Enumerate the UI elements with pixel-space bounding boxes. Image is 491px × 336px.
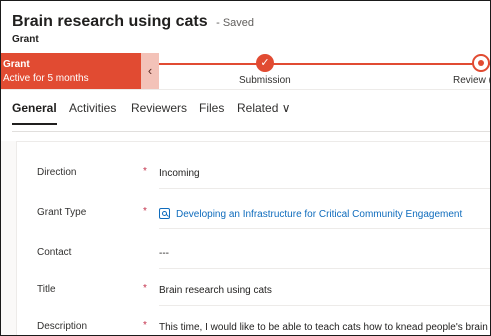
title-row: Brain research using cats - Saved [12, 13, 254, 31]
active-tab-indicator [12, 123, 57, 125]
app-window: Brain research using cats - Saved Grant … [0, 0, 491, 336]
field-divider [159, 268, 490, 269]
field-divider [159, 228, 490, 229]
description-label: Description [37, 321, 88, 332]
general-section-card: Direction * Incoming Grant Type * Develo… [16, 141, 490, 335]
tabs-divider [12, 131, 490, 132]
required-marker: * [143, 206, 147, 217]
active-stage-name: Grant [3, 59, 30, 70]
field-divider [159, 305, 490, 306]
required-marker: * [143, 283, 147, 294]
active-stage-duration: Active for 5 months [3, 73, 89, 84]
grant-type-label: Grant Type [37, 207, 87, 218]
chevron-left-icon[interactable]: ‹ [141, 53, 159, 89]
contact-field[interactable]: --- [159, 248, 169, 259]
process-line [159, 63, 490, 65]
title-label: Title [37, 284, 56, 295]
form-area: Direction * Incoming Grant Type * Develo… [1, 141, 490, 335]
description-field[interactable]: This time, I would like to be able to te… [159, 322, 488, 333]
contact-label: Contact [37, 247, 72, 258]
tab-related[interactable]: Related ∨ [237, 101, 290, 115]
save-status: - Saved [216, 17, 255, 29]
lookup-icon [159, 208, 170, 219]
tab-activities[interactable]: Activities [69, 101, 116, 115]
title-field[interactable]: Brain research using cats [159, 285, 272, 296]
current-stage-dot [478, 60, 484, 66]
required-marker: * [143, 166, 147, 177]
tab-files[interactable]: Files [199, 101, 224, 115]
checkmark-icon[interactable]: ✓ [256, 54, 274, 72]
active-stage[interactable]: Grant Active for 5 months [1, 53, 141, 89]
grant-type-field[interactable]: Developing an Infrastructure for Critica… [159, 208, 462, 220]
business-process-flow: Grant Active for 5 months ‹ ✓ Submission… [1, 53, 490, 90]
tab-reviewers[interactable]: Reviewers [131, 101, 187, 115]
direction-label: Direction [37, 167, 77, 178]
stage-review[interactable]: Review (5 [453, 75, 490, 86]
current-stage-ring-icon[interactable] [472, 54, 490, 72]
field-divider [159, 188, 490, 189]
entity-name: Grant [12, 34, 39, 45]
stage-submission[interactable]: Submission [239, 75, 291, 86]
tab-general[interactable]: General [12, 101, 57, 115]
record-header: Brain research using cats - Saved Grant [1, 1, 490, 53]
record-title: Brain research using cats [12, 13, 208, 30]
grant-type-link[interactable]: Developing an Infrastructure for Critica… [176, 209, 462, 220]
direction-field[interactable]: Incoming [159, 168, 200, 179]
required-marker: * [143, 320, 147, 331]
